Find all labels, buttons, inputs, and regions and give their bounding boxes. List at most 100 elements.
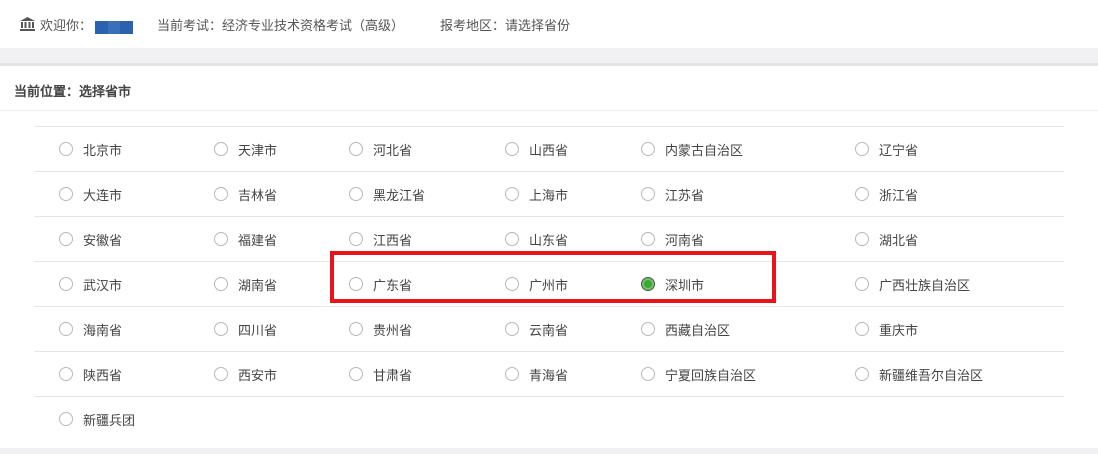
radio-icon[interactable] [349,142,363,156]
province-option[interactable]: 西藏自治区 [641,307,730,351]
province-option[interactable]: 江西省 [349,217,412,261]
radio-icon[interactable] [855,322,869,336]
province-option[interactable]: 福建省 [214,217,277,261]
radio-icon[interactable] [505,322,519,336]
radio-icon[interactable] [641,187,655,201]
province-option[interactable]: 陕西省 [59,352,122,396]
province-option[interactable]: 贵州省 [349,307,412,351]
province-row: 新疆兵团 [34,396,1064,441]
province-option[interactable]: 新疆兵团 [59,397,135,441]
radio-icon[interactable] [59,142,73,156]
radio-icon[interactable] [214,232,228,246]
province-row: 大连市 吉林省 黑龙江省 上海市 江苏省 浙江省 [34,171,1064,216]
radio-icon[interactable] [641,232,655,246]
province-label: 浙江省 [879,188,919,204]
province-label: 云南省 [529,323,569,339]
radio-icon[interactable] [214,142,228,156]
radio-icon[interactable] [641,322,655,336]
province-option[interactable]: 云南省 [505,307,568,351]
province-option[interactable]: 湖南省 [214,262,277,306]
radio-icon[interactable] [855,232,869,246]
province-grid: 北京市 天津市 河北省 山西省 内蒙古自治区 辽宁省大连市 吉林省 黑龙江省 上海市 江苏省 浙江省… [34,126,1064,441]
radio-icon[interactable] [505,142,519,156]
province-option[interactable]: 海南省 [59,307,122,351]
radio-icon[interactable] [505,367,519,381]
radio-icon[interactable] [214,322,228,336]
province-label: 新疆兵团 [83,413,136,429]
province-label: 湖南省 [238,278,278,294]
province-option[interactable]: 武汉市 [59,262,122,306]
province-option[interactable]: 广西壮族自治区 [855,262,970,306]
province-option[interactable]: 山西省 [505,127,568,171]
province-label: 深圳市 [665,278,705,294]
province-label: 吉林省 [238,188,278,204]
province-option[interactable]: 黑龙江省 [349,172,425,216]
province-option[interactable]: 浙江省 [855,172,918,216]
province-label: 黑龙江省 [373,188,426,204]
radio-icon[interactable] [214,277,228,291]
province-option[interactable]: 大连市 [59,172,122,216]
province-option[interactable]: 内蒙古自治区 [641,127,743,171]
radio-icon[interactable] [59,187,73,201]
province-label: 广州市 [529,278,569,294]
radio-icon[interactable] [214,367,228,381]
radio-icon[interactable] [641,367,655,381]
radio-icon[interactable] [59,412,73,426]
province-option[interactable]: 天津市 [214,127,277,171]
radio-icon[interactable] [349,187,363,201]
province-option[interactable]: 江苏省 [641,172,704,216]
province-label: 青海省 [529,368,569,384]
bottom-band [0,448,1098,454]
province-option[interactable]: 安徽省 [59,217,122,261]
province-option[interactable]: 深圳市 [641,262,704,306]
radio-icon[interactable] [59,277,73,291]
province-label: 福建省 [238,233,278,249]
welcome-label: 欢迎你： [40,19,93,34]
radio-checked-icon[interactable] [641,277,655,291]
radio-icon[interactable] [505,232,519,246]
radio-icon[interactable] [214,187,228,201]
radio-icon[interactable] [855,367,869,381]
province-label: 陕西省 [83,368,123,384]
province-option[interactable]: 新疆维吾尔自治区 [855,352,983,396]
province-label: 西藏自治区 [665,323,731,339]
province-option[interactable]: 河南省 [641,217,704,261]
radio-icon[interactable] [855,142,869,156]
province-option[interactable]: 河北省 [349,127,412,171]
province-option[interactable]: 青海省 [505,352,568,396]
radio-icon[interactable] [59,367,73,381]
radio-icon[interactable] [505,187,519,201]
radio-icon[interactable] [349,232,363,246]
radio-icon[interactable] [855,187,869,201]
radio-icon[interactable] [349,277,363,291]
province-label: 辽宁省 [879,143,919,159]
province-label: 天津市 [238,143,278,159]
province-option[interactable]: 上海市 [505,172,568,216]
province-option[interactable]: 广州市 [505,262,568,306]
province-label: 大连市 [83,188,123,204]
province-label: 江西省 [373,233,413,249]
province-option[interactable]: 四川省 [214,307,277,351]
radio-icon[interactable] [505,277,519,291]
province-option[interactable]: 山东省 [505,217,568,261]
province-option[interactable]: 吉林省 [214,172,277,216]
radio-icon[interactable] [641,142,655,156]
radio-icon[interactable] [59,232,73,246]
province-option[interactable]: 宁夏回族自治区 [641,352,756,396]
province-option[interactable]: 湖北省 [855,217,918,261]
radio-icon[interactable] [349,322,363,336]
province-option[interactable]: 甘肃省 [349,352,412,396]
province-option[interactable]: 辽宁省 [855,127,918,171]
divider [0,110,1098,111]
province-option[interactable]: 西安市 [214,352,277,396]
radio-icon[interactable] [855,277,869,291]
province-option[interactable]: 重庆市 [855,307,918,351]
province-option[interactable]: 广东省 [349,262,412,306]
province-label: 湖北省 [879,233,919,249]
province-label: 河南省 [665,233,705,249]
province-option[interactable]: 北京市 [59,127,122,171]
radio-icon[interactable] [349,367,363,381]
province-label: 西安市 [238,368,278,384]
radio-icon[interactable] [59,322,73,336]
province-label: 江苏省 [665,188,705,204]
